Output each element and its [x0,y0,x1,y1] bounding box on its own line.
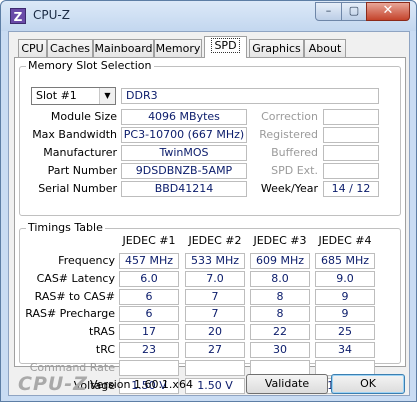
timing-row-label: RAS# to CAS# [34,289,115,303]
spd-ext-field [323,163,379,179]
manufacturer-label: Manufacturer [43,146,117,159]
tab-about[interactable]: About [304,39,346,58]
correction-field [323,109,379,125]
timing-cell: 9 [315,306,375,323]
part-number-label: Part Number [47,164,117,177]
timing-row-label: CAS# Latency [36,271,115,285]
timing-cell: 6 [119,288,179,305]
timing-column-header: JEDEC #4 [318,234,372,247]
close-button[interactable]: ✕ [366,2,410,21]
buffered-field [323,145,379,161]
timing-row-label: tRAS [88,325,115,339]
max-bandwidth-label: Max Bandwidth [32,128,117,141]
slot-select[interactable]: Slot #1 ▼ [31,87,116,105]
timing-cell: 1.50 V [185,377,245,394]
timing-cell: 25 [315,324,375,341]
timing-row-label: Frequency [58,254,115,267]
tab-label: Memory [155,42,201,55]
timings-group-title: Timings Table [26,221,105,234]
spd-panel: Memory Slot Selection Slot #1 ▼ DDR3 Mod… [14,57,406,394]
timing-cell: 8 [250,306,310,323]
timings-group: Timings Table JEDEC #1 JEDEC #2 JEDEC #3 JE… [19,221,401,394]
memory-slot-group-title: Memory Slot Selection [26,59,154,72]
timing-cell: 23 [119,342,179,358]
timing-cell: 22 [250,324,310,341]
week-year-field: 14 / 12 [323,181,379,197]
registered-label: Registered [259,128,318,141]
timing-cell: 30 [250,342,310,358]
timing-cell: 8 [250,288,310,305]
serial-number-field: BBD41214 [121,181,247,197]
minimize-button[interactable]: – [315,2,342,21]
timing-cell: 9 [315,288,375,305]
timing-cell: 17 [119,324,179,341]
timing-cell [185,359,245,376]
timing-cell: 6.0 [119,270,179,287]
tab-label: Mainboard [94,42,153,55]
cpu-z-window: Z CPU-Z – ▢ ✕ CPU Caches Mainboard Memor… [0,0,417,402]
window-title: CPU-Z [33,8,70,22]
chevron-down-icon[interactable]: ▼ [99,88,115,104]
cpu-z-logo: CPU-Z [18,373,88,395]
ok-button[interactable]: OK [331,374,405,394]
week-year-label: Week/Year [260,182,318,195]
timing-cell [119,359,179,376]
version-label: Version 1.60.1.x64 [90,378,193,391]
correction-label: Correction [261,110,318,123]
tab-label: SPD [211,38,240,53]
timing-column-header: JEDEC #1 [122,234,176,247]
timing-row-label: tRC [95,343,115,356]
tab-memory[interactable]: Memory [154,39,202,58]
validate-button[interactable]: Validate [246,374,328,394]
client-area: CPU Caches Mainboard Memory SPD Graphics… [8,31,410,396]
timing-cell: 8.0 [250,270,310,287]
timing-cell: 7 [185,306,245,323]
tab-caches[interactable]: Caches [47,39,93,58]
tab-label: CPU [21,42,44,55]
tab-mainboard[interactable]: Mainboard [93,39,154,58]
tab-label: About [308,42,342,55]
timing-cell: 27 [185,342,245,358]
timing-column-header: JEDEC #2 [188,234,242,247]
timing-cell: 9.0 [315,270,375,287]
module-size-label: Module Size [50,110,117,123]
cpu-z-app-icon: Z [10,8,26,24]
timing-cell: 533 MHz [185,253,245,269]
memory-type-field: DDR3 [121,88,379,104]
tab-graphics[interactable]: Graphics [249,39,304,58]
memory-slot-group: Memory Slot Selection Slot #1 ▼ DDR3 Mod… [19,59,401,216]
buffered-label: Buffered [271,146,318,159]
spd-ext-label: SPD Ext. [271,164,318,177]
slot-select-value: Slot #1 [36,89,77,102]
tab-label: Caches [50,42,90,55]
timing-cell: 34 [315,342,375,358]
title-bar[interactable]: Z CPU-Z – ▢ ✕ [1,1,416,31]
tab-label: Graphics [252,42,301,55]
timing-cell: 609 MHz [250,253,310,269]
manufacturer-field: TwinMOS [121,145,247,161]
timing-column-header: JEDEC #3 [253,234,307,247]
registered-field [323,127,379,143]
tab-spd[interactable]: SPD [204,36,247,58]
timing-cell: 20 [185,324,245,341]
timing-row-label: RAS# Precharge [25,307,115,321]
timing-cell: 6 [119,306,179,323]
module-size-field: 4096 MBytes [121,109,247,125]
timing-cell: 685 MHz [315,253,375,269]
tab-cpu[interactable]: CPU [18,39,47,58]
max-bandwidth-field: PC3-10700 (667 MHz) [121,127,247,143]
timing-cell: 7 [185,288,245,305]
maximize-button[interactable]: ▢ [341,2,367,21]
timing-cell: 457 MHz [119,253,179,269]
timing-cell: 7.0 [185,270,245,287]
part-number-field: 9DSDBNZB-5AMP [121,163,247,179]
serial-number-label: Serial Number [38,182,117,195]
